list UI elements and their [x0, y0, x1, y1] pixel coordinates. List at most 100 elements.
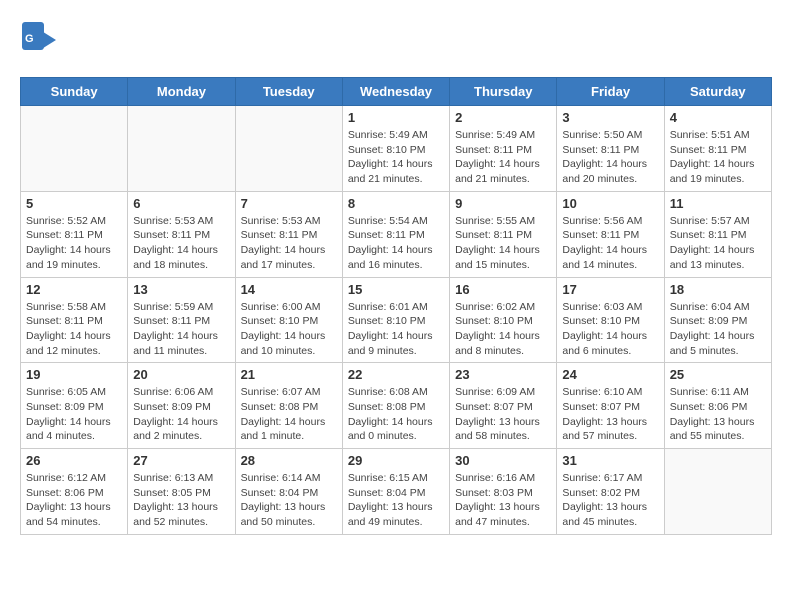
day-info: Sunrise: 6:00 AM Sunset: 8:10 PM Dayligh…: [241, 300, 337, 359]
day-info: Sunrise: 6:08 AM Sunset: 8:08 PM Dayligh…: [348, 385, 444, 444]
day-info: Sunrise: 6:07 AM Sunset: 8:08 PM Dayligh…: [241, 385, 337, 444]
day-info: Sunrise: 6:05 AM Sunset: 8:09 PM Dayligh…: [26, 385, 122, 444]
calendar-cell: 27Sunrise: 6:13 AM Sunset: 8:05 PM Dayli…: [128, 449, 235, 535]
day-number: 16: [455, 282, 551, 297]
day-number: 25: [670, 367, 766, 382]
day-number: 2: [455, 110, 551, 125]
day-info: Sunrise: 6:03 AM Sunset: 8:10 PM Dayligh…: [562, 300, 658, 359]
day-number: 6: [133, 196, 229, 211]
day-info: Sunrise: 6:11 AM Sunset: 8:06 PM Dayligh…: [670, 385, 766, 444]
day-header-wednesday: Wednesday: [342, 78, 449, 106]
day-header-saturday: Saturday: [664, 78, 771, 106]
calendar-cell: 17Sunrise: 6:03 AM Sunset: 8:10 PM Dayli…: [557, 277, 664, 363]
day-number: 29: [348, 453, 444, 468]
day-info: Sunrise: 6:10 AM Sunset: 8:07 PM Dayligh…: [562, 385, 658, 444]
day-info: Sunrise: 5:49 AM Sunset: 8:10 PM Dayligh…: [348, 128, 444, 187]
day-number: 3: [562, 110, 658, 125]
day-header-sunday: Sunday: [21, 78, 128, 106]
calendar-cell: 12 Sunrise: 5:58 AM Sunset: 8:11 PM Dayli…: [21, 277, 128, 363]
svg-text:G: G: [25, 33, 34, 45]
day-number: 21: [241, 367, 337, 382]
day-info: Sunrise: 5:50 AM Sunset: 8:11 PM Dayligh…: [562, 128, 658, 187]
calendar-cell: 19 Sunrise: 6:05 AM Sunset: 8:09 PM Dayli…: [21, 363, 128, 449]
calendar-cell: 1 Sunrise: 5:49 AM Sunset: 8:10 PM Daylig…: [342, 106, 449, 192]
calendar-cell: 11 Sunrise: 5:57 AM Sunset: 8:11 PM Dayli…: [664, 191, 771, 277]
day-info: Sunrise: 6:13 AM Sunset: 8:05 PM Dayligh…: [133, 471, 229, 530]
day-number: 20: [133, 367, 229, 382]
calendar-cell: 23 Sunrise: 6:09 AM Sunset: 8:07 PM Dayli…: [450, 363, 557, 449]
calendar-cell: 30Sunrise: 6:16 AM Sunset: 8:03 PM Dayli…: [450, 449, 557, 535]
calendar-cell: 8 Sunrise: 5:54 AM Sunset: 8:11 PM Daylig…: [342, 191, 449, 277]
calendar-cell: 5Sunrise: 5:52 AM Sunset: 8:11 PM Daylig…: [21, 191, 128, 277]
day-number: 26: [26, 453, 122, 468]
week-row-1: 1 Sunrise: 5:49 AM Sunset: 8:10 PM Daylig…: [21, 106, 772, 192]
calendar-cell: 31 Sunrise: 6:17 AM Sunset: 8:02 PM Dayli…: [557, 449, 664, 535]
day-info: Sunrise: 5:58 AM Sunset: 8:11 PM Dayligh…: [26, 300, 122, 359]
day-number: 22: [348, 367, 444, 382]
calendar-cell: 29 Sunrise: 6:15 AM Sunset: 8:04 PM Dayli…: [342, 449, 449, 535]
day-info: Sunrise: 5:57 AM Sunset: 8:11 PM Dayligh…: [670, 214, 766, 273]
calendar-header: G: [20, 20, 772, 67]
day-info: Sunrise: 5:51 AM Sunset: 8:11 PM Dayligh…: [670, 128, 766, 187]
day-header-thursday: Thursday: [450, 78, 557, 106]
calendar-cell: 9 Sunrise: 5:55 AM Sunset: 8:11 PM Daylig…: [450, 191, 557, 277]
day-number: 14: [241, 282, 337, 297]
calendar-cell: 26Sunrise: 6:12 AM Sunset: 8:06 PM Dayli…: [21, 449, 128, 535]
calendar-cell: 3 Sunrise: 5:50 AM Sunset: 8:11 PM Daylig…: [557, 106, 664, 192]
day-number: 13: [133, 282, 229, 297]
logo-mark: G: [20, 20, 56, 67]
day-info: Sunrise: 5:56 AM Sunset: 8:11 PM Dayligh…: [562, 214, 658, 273]
day-number: 12: [26, 282, 122, 297]
day-number: 8: [348, 196, 444, 211]
day-number: 10: [562, 196, 658, 211]
week-row-4: 19 Sunrise: 6:05 AM Sunset: 8:09 PM Dayli…: [21, 363, 772, 449]
calendar-cell: 6 Sunrise: 5:53 AM Sunset: 8:11 PM Daylig…: [128, 191, 235, 277]
calendar-cell: 13 Sunrise: 5:59 AM Sunset: 8:11 PM Dayli…: [128, 277, 235, 363]
day-header-tuesday: Tuesday: [235, 78, 342, 106]
calendar-cell: 21 Sunrise: 6:07 AM Sunset: 8:08 PM Dayli…: [235, 363, 342, 449]
day-info: Sunrise: 5:55 AM Sunset: 8:11 PM Dayligh…: [455, 214, 551, 273]
week-row-2: 5Sunrise: 5:52 AM Sunset: 8:11 PM Daylig…: [21, 191, 772, 277]
day-info: Sunrise: 6:01 AM Sunset: 8:10 PM Dayligh…: [348, 300, 444, 359]
calendar-cell: 4 Sunrise: 5:51 AM Sunset: 8:11 PM Daylig…: [664, 106, 771, 192]
calendar-cell: 20 Sunrise: 6:06 AM Sunset: 8:09 PM Dayli…: [128, 363, 235, 449]
week-row-5: 26Sunrise: 6:12 AM Sunset: 8:06 PM Dayli…: [21, 449, 772, 535]
day-number: 7: [241, 196, 337, 211]
day-info: Sunrise: 6:09 AM Sunset: 8:07 PM Dayligh…: [455, 385, 551, 444]
day-number: 24: [562, 367, 658, 382]
day-info: Sunrise: 5:53 AM Sunset: 8:11 PM Dayligh…: [133, 214, 229, 273]
day-info: Sunrise: 6:15 AM Sunset: 8:04 PM Dayligh…: [348, 471, 444, 530]
calendar-table: SundayMondayTuesdayWednesdayThursdayFrid…: [20, 77, 772, 535]
calendar-cell: 15 Sunrise: 6:01 AM Sunset: 8:10 PM Dayli…: [342, 277, 449, 363]
day-header-friday: Friday: [557, 78, 664, 106]
day-info: Sunrise: 5:59 AM Sunset: 8:11 PM Dayligh…: [133, 300, 229, 359]
day-number: 15: [348, 282, 444, 297]
day-info: Sunrise: 5:54 AM Sunset: 8:11 PM Dayligh…: [348, 214, 444, 273]
day-number: 28: [241, 453, 337, 468]
calendar-cell: 25 Sunrise: 6:11 AM Sunset: 8:06 PM Dayli…: [664, 363, 771, 449]
day-number: 19: [26, 367, 122, 382]
day-info: Sunrise: 6:06 AM Sunset: 8:09 PM Dayligh…: [133, 385, 229, 444]
day-headers-row: SundayMondayTuesdayWednesdayThursdayFrid…: [21, 78, 772, 106]
calendar-cell: 10 Sunrise: 5:56 AM Sunset: 8:11 PM Dayli…: [557, 191, 664, 277]
day-info: Sunrise: 6:14 AM Sunset: 8:04 PM Dayligh…: [241, 471, 337, 530]
day-number: 9: [455, 196, 551, 211]
day-number: 18: [670, 282, 766, 297]
day-info: Sunrise: 5:53 AM Sunset: 8:11 PM Dayligh…: [241, 214, 337, 273]
day-header-monday: Monday: [128, 78, 235, 106]
calendar-cell: 7 Sunrise: 5:53 AM Sunset: 8:11 PM Daylig…: [235, 191, 342, 277]
calendar-cell: [128, 106, 235, 192]
calendar-cell: 18Sunrise: 6:04 AM Sunset: 8:09 PM Dayli…: [664, 277, 771, 363]
calendar-cell: 16 Sunrise: 6:02 AM Sunset: 8:10 PM Dayli…: [450, 277, 557, 363]
calendar-cell: 2Sunrise: 5:49 AM Sunset: 8:11 PM Daylig…: [450, 106, 557, 192]
day-info: Sunrise: 6:16 AM Sunset: 8:03 PM Dayligh…: [455, 471, 551, 530]
calendar-cell: [21, 106, 128, 192]
day-info: Sunrise: 6:02 AM Sunset: 8:10 PM Dayligh…: [455, 300, 551, 359]
day-info: Sunrise: 6:17 AM Sunset: 8:02 PM Dayligh…: [562, 471, 658, 530]
day-number: 23: [455, 367, 551, 382]
day-info: Sunrise: 5:52 AM Sunset: 8:11 PM Dayligh…: [26, 214, 122, 273]
day-number: 1: [348, 110, 444, 125]
day-number: 11: [670, 196, 766, 211]
day-number: 4: [670, 110, 766, 125]
day-number: 31: [562, 453, 658, 468]
